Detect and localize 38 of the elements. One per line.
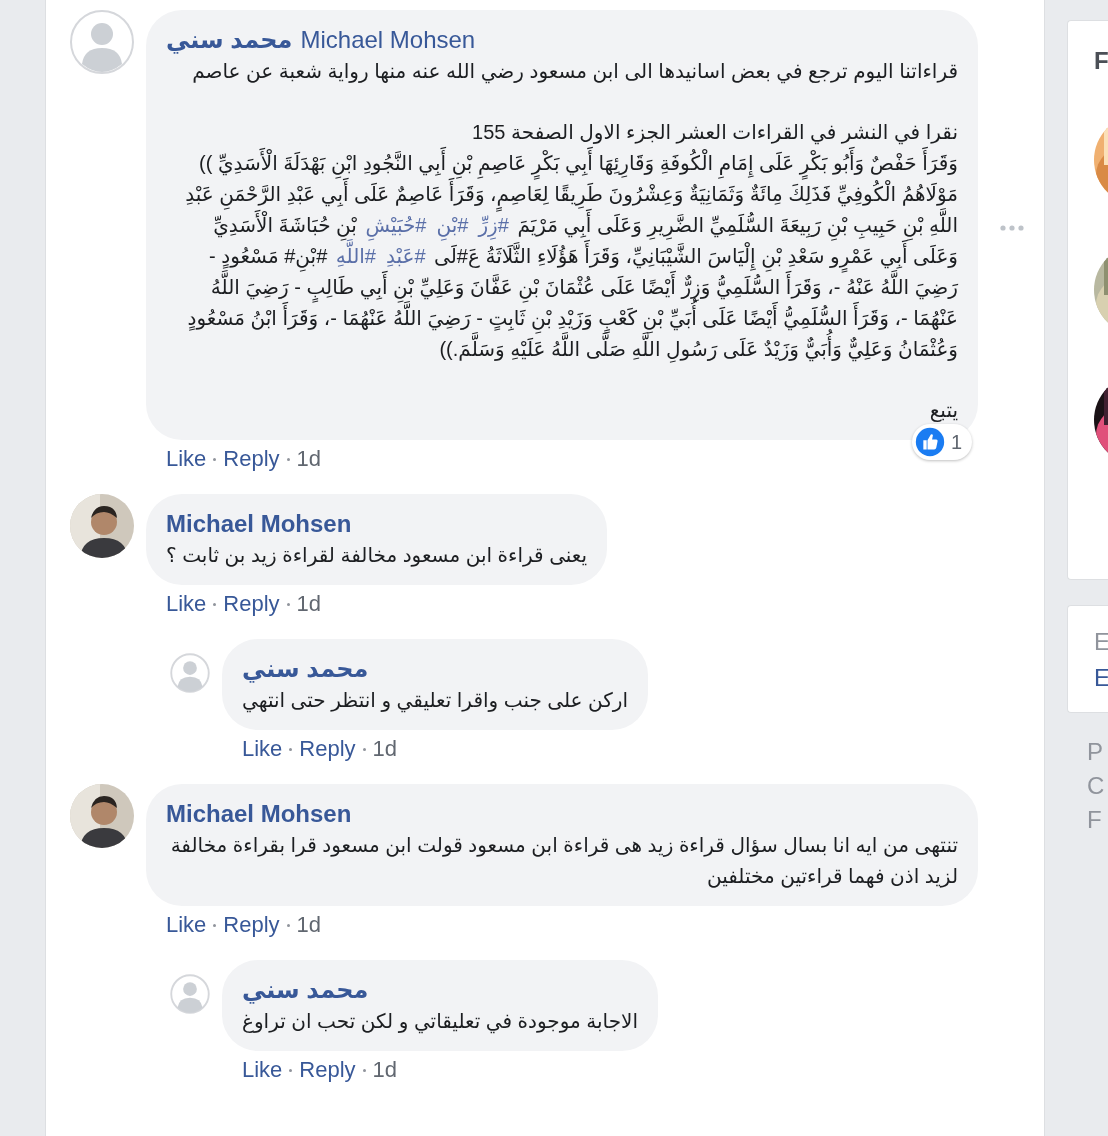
like-link[interactable]: Like — [242, 1057, 283, 1083]
reply-link[interactable]: Reply — [223, 591, 280, 617]
timestamp: 1d — [372, 1057, 398, 1083]
comment-text: تنتهى من ايه انا بسال سؤال قراءة زيد هى قراءة ابن مسعود قولت ابن مسعود قرا بقراءة مخالفة لزيد اذن فهما قراءتين مختلفين — [169, 833, 958, 890]
author-name[interactable]: محمد سني — [166, 26, 293, 54]
reply-link[interactable]: Reply — [299, 1057, 356, 1083]
comment-text: نقرا في النشر في القراءات العشر الجزء الاول الصفحة 155 وَقَرَأَ حَفْصٌ وَأَبُو بَكْرٍ عَلَى إِمَامِ الْكُوفَةِ وَقَارِئِهَا أَبِي بَكْرٍ عَاصِمِ بْنِ أَبِي النَّجُودِ ابْنِ بَهْدَلَةَ الْأَسَدِيِّ )) مَوْلَاهُمُ الْكُوفِيِّ فَذَلِكَ مِائَةٌ وَثَمَانِيَةٌ وَعِشْرُونَ طَرِيقًا لِعَاصِمٍ، وَقَرَأَ عَاصِمٌ عَلَى أَبِي عَبْدِ الرَّحْمَنِ عَبْدِ اللَّهِ بْنِ حَبِيبِ بْنِ رَبِيعَةَ السُّلَمِيِّ الضَّرِيرِ وَعَلَى أَبِي مَرْيَمَ #زِرِّ #بْنِ #حُبَيْشِ بْنِ حُبَاشَةَ الْأَسَدِيِّ وَعَلَى أَبِي عَمْرٍو سَعْدِ بْنِ إِلْيَاسَ الشَّيْبَانِيِّ، وَقَرَأَ هَؤُلَاءِ الثَّلَاثَةُ عَ#لَى #عَبْدِ #اللَّهِ #بْنِ# مَسْعُودٍ - رَضِيَ اللَّهُ عَنْهُ -، وَقَرَأَ السُّلَمِيُّ وَزِرٌّ أَيْضًا عَلَى عُثْمَانَ بْنِ عَفَّانَ وَعَلِيِّ بْنِ أَبِي طَالِبٍ - رَضِيَ اللَّهُ عَنْهُمَا -، وَقَرَأَ السُّلَمِيُّ أَيْضًا عَلَى أُبَيِّ بْنِ كَعْبٍ وَزَيْدِ بْنِ ثَابِتٍ - رَضِيَ اللَّهُ عَنْهُمَا -، وَقَرَأَ ابْنُ مَسْعُودٍ وَعُثْمَانُ وَعَلِيٌّ وَأُبَيٌّ وَزَيْدٌ عَلَى رَسُولِ اللَّهِ صَلَّى اللَّهُ عَلَيْهِ وَسَلَّمَ.)) — [166, 117, 958, 365]
author-name[interactable]: محمد سني — [242, 976, 369, 1004]
footer-text: C — [1087, 772, 1106, 800]
comment-text: قراءاتنا اليوم ترجع في بعض اسانيدها الى ابن مسعود رضي الله عنه منها رواية شعبة عن عاصم — [191, 59, 958, 86]
like-link[interactable]: Like — [242, 736, 283, 762]
thumbs-up-icon — [914, 427, 945, 457]
reply-link[interactable]: Reply — [299, 736, 356, 762]
timestamp: 1d — [296, 912, 322, 938]
timestamp: 1d — [372, 736, 398, 762]
mention-link[interactable]: Michael Mohsen — [300, 26, 476, 54]
like-link[interactable]: Like — [166, 446, 207, 472]
like-link[interactable]: Like — [166, 591, 207, 617]
more-options-icon[interactable] — [1000, 225, 1024, 231]
footer-text: F — [1087, 806, 1103, 834]
reply-link[interactable]: Reply — [223, 912, 280, 938]
comment-text: اركن على جنب واقرا تعليقي و انتظر حتى انتهي — [242, 688, 629, 715]
default-avatar-icon[interactable] — [170, 974, 210, 1014]
card-heading: F — [1094, 47, 1108, 75]
reaction-count[interactable]: 1 — [911, 424, 972, 460]
like-link[interactable]: Like — [166, 912, 207, 938]
footer-text: P — [1087, 738, 1104, 766]
reply-link[interactable]: Reply — [223, 446, 280, 472]
author-name[interactable]: محمد سني — [242, 655, 369, 683]
default-avatar-icon[interactable] — [70, 10, 134, 74]
comment-text: يتبع — [928, 398, 958, 424]
timestamp: 1d — [296, 446, 322, 472]
author-name[interactable]: Michael Mohsen — [166, 510, 352, 538]
comment-text: يعنى قراءة ابن مسعود مخالفة لقراءة زيد بن ثابت ؟ — [166, 543, 588, 569]
comment-text: الاجابة موجودة في تعليقاتي و لكن تحب ان تراوغ — [242, 1009, 638, 1036]
default-avatar-icon[interactable] — [170, 653, 210, 693]
author-name[interactable]: Michael Mohsen — [166, 800, 352, 828]
timestamp: 1d — [296, 591, 322, 617]
